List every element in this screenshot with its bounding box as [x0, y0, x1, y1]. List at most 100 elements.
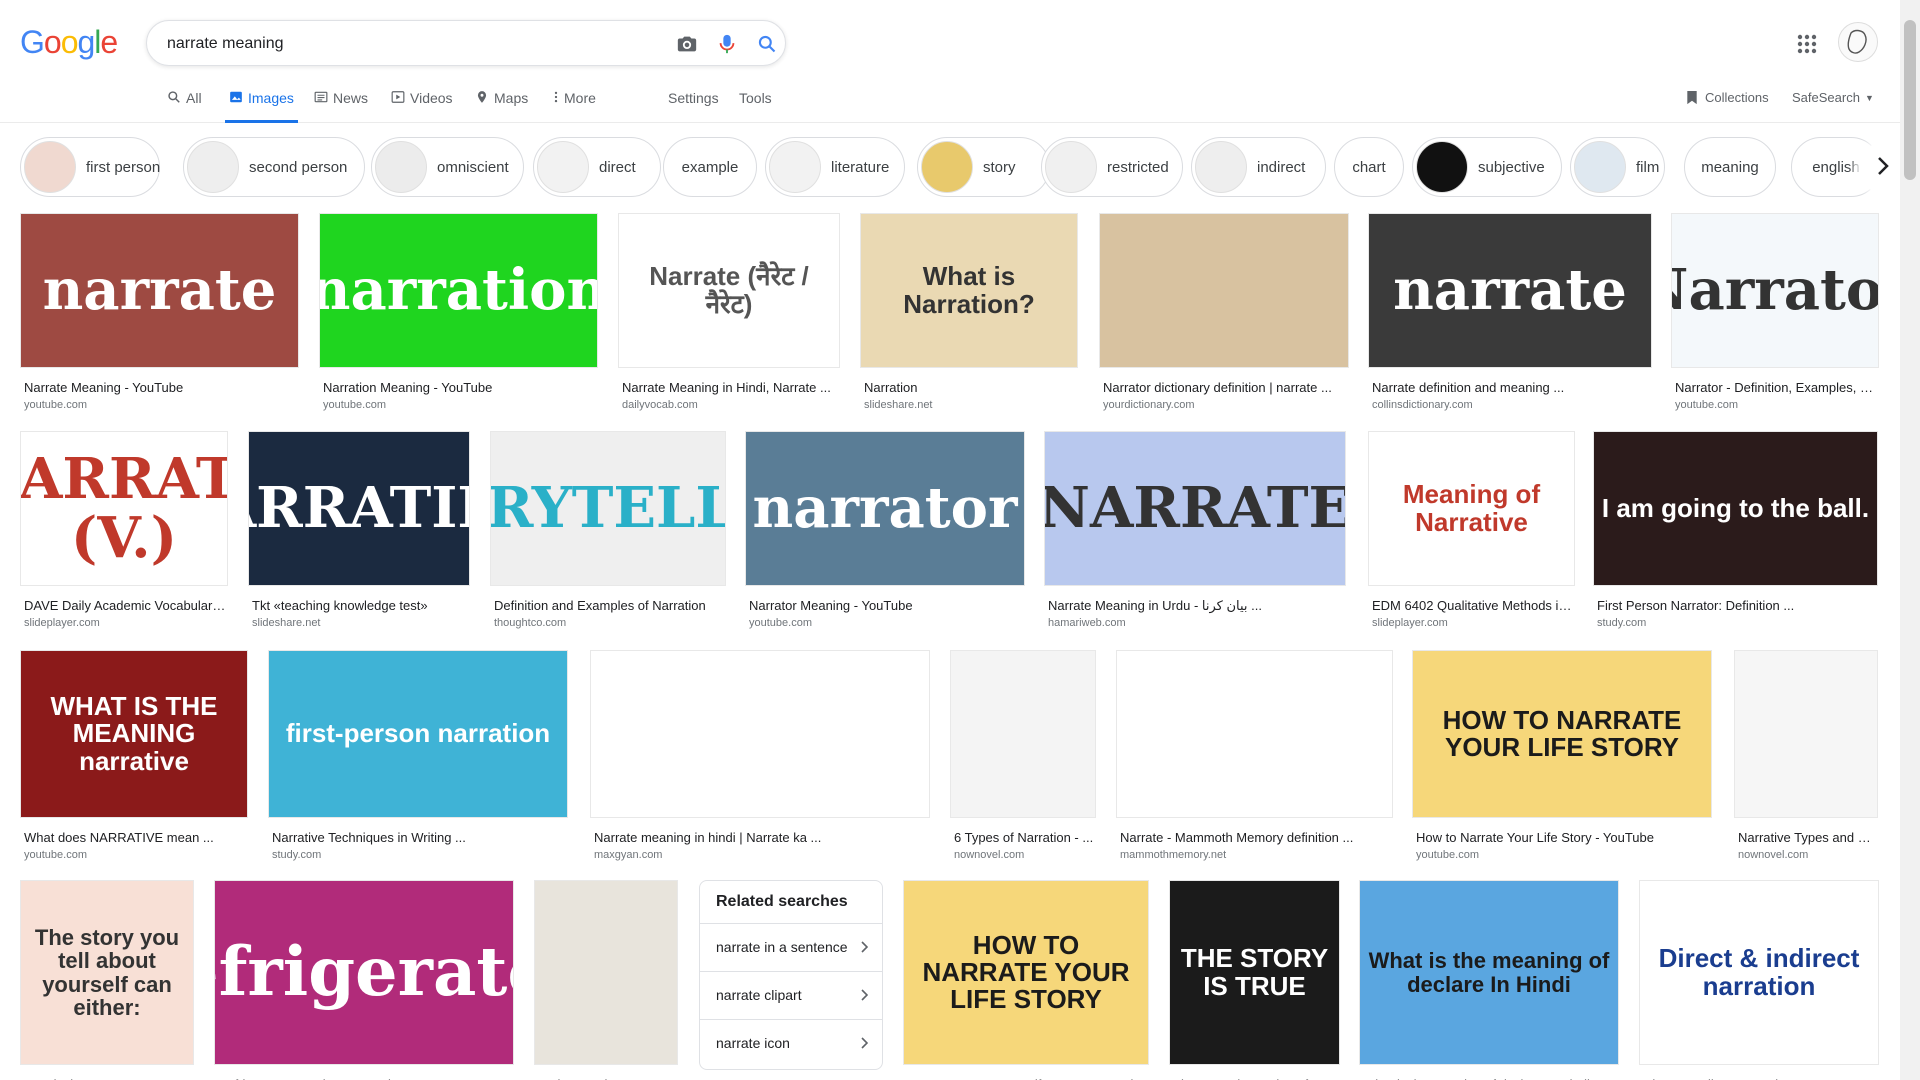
result-title[interactable]: Narrator Meaning - YouTube [749, 598, 1023, 613]
result-thumbnail[interactable]: narrator [745, 431, 1025, 586]
result-thumbnail[interactable] [1734, 650, 1878, 818]
result-title[interactable]: EDM 6402 Qualitative Methods in ... [1372, 598, 1573, 613]
result-thumbnail[interactable]: What is the meaning of declare In Hindi [1359, 880, 1619, 1065]
logo-letter: g [77, 24, 95, 60]
related-chip[interactable]: film [1570, 137, 1665, 197]
result-thumbnail[interactable] [534, 880, 678, 1065]
result-thumbnail[interactable] [1099, 213, 1349, 368]
result-title[interactable]: Narrator dictionary definition | narrate… [1103, 380, 1347, 395]
result-source: youtube.com [1675, 399, 1738, 411]
result-thumbnail[interactable]: NARRATE (V.) [20, 431, 228, 586]
camera-icon[interactable] [675, 32, 699, 56]
chip-label: film [1636, 158, 1660, 176]
thumbnail-text: HOW TO NARRATE YOUR LIFE STORY [922, 929, 1130, 1015]
result-title[interactable]: Definition and Examples of Narration [494, 598, 724, 613]
result-thumbnail[interactable]: first-person narration [268, 650, 568, 818]
result-title[interactable]: DAVE Daily Academic Vocabulary... [24, 598, 226, 613]
tab-news[interactable]: News [314, 90, 368, 123]
google-logo[interactable]: Google [20, 24, 118, 61]
result-thumbnail[interactable]: Meaning of Narrative [1368, 431, 1575, 586]
result-thumbnail[interactable]: NARRATE [1044, 431, 1346, 586]
related-search-item[interactable]: narrate in a sentence [700, 923, 882, 970]
result-title[interactable]: Narration Meaning - YouTube [323, 380, 596, 395]
result-title[interactable]: Narrate meaning in hindi | Narrate ka ..… [594, 830, 928, 845]
result-thumbnail[interactable]: The story you tell about yourself can ei… [20, 880, 194, 1065]
vertical-scrollbar[interactable] [1900, 0, 1920, 1080]
related-chip[interactable]: story [917, 137, 1050, 197]
related-chip[interactable]: literature [765, 137, 905, 197]
result-source: youtube.com [24, 849, 87, 861]
result-title[interactable]: Narrate Meaning in Hindi, Narrate ... [622, 380, 838, 395]
tab-maps[interactable]: Maps [475, 90, 528, 123]
result-thumbnail[interactable]: NARRATING [248, 431, 470, 586]
result-source: dailyvocab.com [622, 399, 698, 411]
safesearch-dropdown[interactable]: SafeSearch ▼ [1792, 90, 1874, 123]
result-thumbnail[interactable]: I am going to the ball. [1593, 431, 1878, 586]
scrollbar-thumb[interactable] [1904, 20, 1916, 180]
related-search-item[interactable]: narrate icon [700, 1019, 882, 1066]
thumbnail-text: narration [319, 257, 598, 324]
result-thumbnail[interactable]: narration [319, 213, 598, 368]
thumbnail-text: Direct & indirect narration [1658, 943, 1860, 1001]
microphone-icon[interactable] [715, 32, 739, 56]
result-thumbnail[interactable]: refrigerator [214, 880, 514, 1065]
related-chip[interactable]: chart [1334, 137, 1404, 197]
result-title[interactable]: Narrate - Mammoth Memory definition ... [1120, 830, 1391, 845]
tools-link[interactable]: Tools [739, 90, 772, 123]
related-chip[interactable]: direct [533, 137, 661, 197]
result-thumbnail[interactable]: Direct & indirect narration [1639, 880, 1879, 1065]
avatar[interactable] [1838, 22, 1878, 62]
related-chip[interactable]: example [663, 137, 757, 197]
result-thumbnail[interactable]: STORYTELLING [490, 431, 726, 586]
search-input[interactable] [167, 33, 647, 55]
result-thumbnail[interactable]: What is Narration? [860, 213, 1078, 368]
tab-more[interactable]: More [553, 90, 596, 123]
tab-label: More [564, 90, 596, 106]
settings-link[interactable]: Settings [668, 90, 719, 123]
tab-all[interactable]: All [167, 90, 202, 123]
result-thumbnail[interactable] [1116, 650, 1393, 818]
related-chip[interactable]: subjective [1412, 137, 1562, 197]
result-title[interactable]: Narrative Techniques in Writing ... [272, 830, 566, 845]
related-search-label: narrate clipart [716, 987, 802, 1003]
chip-label: english [1812, 158, 1860, 176]
thumbnail-text: narrator [752, 475, 1018, 542]
result-title[interactable]: Narration [864, 380, 1076, 395]
tab-videos[interactable]: Videos [391, 90, 453, 123]
result-thumbnail[interactable] [590, 650, 930, 818]
result-thumbnail[interactable] [950, 650, 1096, 818]
result-title[interactable]: Narrate Meaning - YouTube [24, 380, 297, 395]
result-title[interactable]: Narrate definition and meaning ... [1372, 380, 1650, 395]
chip-thumbnail [921, 141, 973, 193]
result-title[interactable]: Tkt «teaching knowledge test» [252, 598, 468, 613]
search-icon[interactable] [755, 32, 779, 56]
result-title[interactable]: 6 Types of Narration - ... [954, 830, 1094, 845]
result-thumbnail[interactable]: HOW TO NARRATE YOUR LIFE STORY [903, 880, 1149, 1065]
related-chip[interactable]: first person [20, 137, 160, 197]
result-thumbnail[interactable]: Narrate (नैरेट / नैरेट) [618, 213, 840, 368]
result-thumbnail[interactable]: WHAT IS THE MEANING narrative [20, 650, 248, 818]
related-chip[interactable]: restricted [1041, 137, 1183, 197]
apps-grid-icon[interactable] [1795, 32, 1819, 56]
result-thumbnail[interactable]: narrate [20, 213, 299, 368]
related-chip[interactable]: meaning [1684, 137, 1776, 197]
result-title[interactable]: What does NARRATIVE mean ... [24, 830, 246, 845]
result-title[interactable]: Narrative Types and E... [1738, 830, 1876, 845]
chevron-right-icon [1874, 155, 1892, 182]
result-thumbnail[interactable]: narrate [1368, 213, 1652, 368]
result-thumbnail[interactable]: HOW TO NARRATE YOUR LIFE STORY [1412, 650, 1712, 818]
collections-link[interactable]: Collections [1686, 90, 1769, 123]
related-chip[interactable]: indirect [1191, 137, 1326, 197]
result-title[interactable]: How to Narrate Your Life Story - YouTube [1416, 830, 1710, 845]
result-thumbnail[interactable]: THE STORY IS TRUE [1169, 880, 1340, 1065]
related-search-item[interactable]: narrate clipart [700, 971, 882, 1018]
related-chip[interactable]: omniscient [371, 137, 524, 197]
tab-images[interactable]: Images [225, 90, 298, 123]
result-title[interactable]: Narrator - Definition, Examples, a... [1675, 380, 1877, 395]
settings-label: Settings [668, 90, 719, 106]
result-title[interactable]: Narrate Meaning in Urdu - بیان کرنا ... [1048, 598, 1344, 614]
related-chip[interactable]: second person [183, 137, 365, 197]
result-title[interactable]: First Person Narrator: Definition ... [1597, 598, 1876, 613]
result-thumbnail[interactable]: Narrator [1671, 213, 1879, 368]
thumbnail-text: Narrate (नैरेट / नैरेट) [649, 261, 809, 319]
